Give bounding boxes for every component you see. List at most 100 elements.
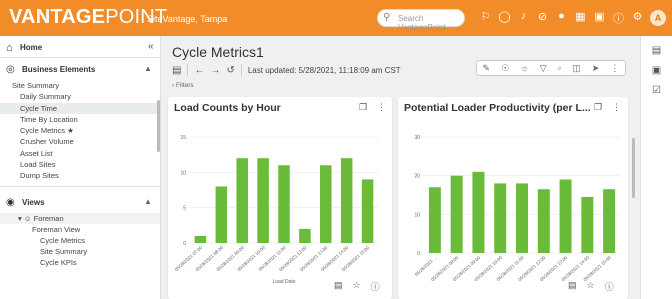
sidebar-item[interactable]: Cycle Time (0, 102, 160, 114)
sidebar-item[interactable]: Foreman View (0, 224, 160, 235)
gift-icon[interactable]: ▣ (590, 10, 609, 26)
target-icon: ◎ (6, 64, 15, 75)
filter-icon[interactable]: ▽ (540, 63, 547, 74)
table-icon[interactable]: ▤ (568, 280, 577, 293)
sidebar-section-views[interactable]: ◉ Views ▲ (0, 191, 160, 213)
foreman-list: Foreman View Cycle Metrics Site Summary Cyc… (0, 224, 160, 268)
chart-title: Potential Loader Productivity (per L... (404, 102, 591, 114)
back-icon[interactable]: ← (194, 65, 204, 76)
chevron-up-icon[interactable]: ▲ (144, 197, 152, 206)
divider (187, 64, 189, 76)
chart-loader-productivity: 010203005/28/2021 ...05/28/2021 08:0005/… (414, 135, 620, 282)
bar (320, 165, 332, 243)
sidebar-item[interactable]: Dump Sites (0, 170, 160, 181)
comment-icon[interactable]: ▫ (558, 63, 561, 73)
main-scrollbar[interactable] (632, 138, 635, 198)
sidebar-item[interactable]: Crusher Volume (0, 136, 160, 147)
more-icon[interactable]: ⋮ (610, 63, 619, 74)
more-icon[interactable]: ⋮ (612, 102, 621, 113)
history-icon[interactable]: ↺ (226, 65, 234, 76)
y-tick-label: 10 (414, 212, 420, 218)
globe-icon[interactable]: ◯ (495, 10, 514, 26)
panel-icon[interactable]: ▣ (641, 65, 672, 76)
sidebar-item[interactable]: Site Summary (0, 246, 160, 257)
sidebar-item[interactable]: Cycle Metrics ★ (0, 125, 160, 136)
send-icon[interactable]: ➤ (592, 63, 600, 74)
x-axis-label: Load Date (272, 279, 295, 285)
sidebar-item[interactable]: Cycle KPIs (0, 257, 160, 268)
business-elements-list: Site Summary Daily Summary Cycle Time Time … (0, 80, 160, 182)
home-icon: ⌂ (6, 42, 13, 54)
edit-icon[interactable]: ✎ (483, 63, 491, 74)
chart-load-counts: 05101505/28/2021 07:0005/28/2021 08:0005… (174, 135, 378, 285)
top-bar: VANTAGEPOINT SiteVantage, Tampa ⚲ Search … (0, 0, 672, 36)
data-icon[interactable]: ▤ (641, 45, 672, 56)
info-icon[interactable]: ⓘ (371, 280, 380, 293)
person-icon[interactable]: ● (552, 10, 571, 26)
sidebar-home[interactable]: ⌂ Home « (0, 36, 160, 58)
bar (581, 196, 594, 253)
info-icon[interactable]: ⓘ (605, 280, 614, 293)
divider (240, 64, 242, 76)
filters-toggle[interactable]: › Filters (172, 82, 194, 89)
copy-icon[interactable]: ❐ (359, 102, 367, 113)
bar (516, 183, 528, 253)
chevron-up-icon[interactable]: ▲ (144, 64, 152, 73)
bar (361, 179, 374, 243)
right-rail: ▤ ▣ ☑ (640, 36, 672, 299)
bar (257, 158, 269, 243)
sidebar-item[interactable]: Asset List (0, 148, 160, 159)
bar (194, 235, 207, 243)
y-tick-label: 10 (180, 170, 186, 176)
circle-slash-icon[interactable]: ⊘ (533, 10, 552, 26)
divider (0, 185, 160, 187)
search-input[interactable]: ⚲ Search VantagePoint (377, 9, 465, 32)
sidebar-item[interactable]: Load Sites (0, 159, 160, 170)
star-icon[interactable]: ☆ (587, 280, 595, 293)
bar (215, 186, 228, 243)
page-toolbar: ▤ ← → ↺ Last updated: 5/28/2021, 11:18:0… (172, 64, 401, 76)
grid-icon[interactable]: ▦ (571, 10, 590, 26)
table-icon[interactable]: ▤ (334, 280, 343, 293)
main-content: Cycle Metrics1 ▤ ← → ↺ Last updated: 5/2… (162, 36, 640, 299)
sidebar-item[interactable]: Time By Location (0, 114, 160, 125)
y-tick-label: 15 (180, 135, 186, 141)
bell-icon[interactable]: ♪ (514, 10, 533, 26)
y-tick-label: 20 (414, 174, 420, 180)
bar (236, 158, 248, 243)
chart-title: Load Counts by Hour (174, 102, 281, 114)
bar (537, 189, 550, 253)
sidebar-scrollbar[interactable] (157, 100, 160, 152)
bar (494, 183, 507, 253)
site-name[interactable]: SiteVantage, Tampa (147, 14, 227, 24)
lightbulb-icon[interactable]: ☼ (520, 63, 528, 73)
gear-icon[interactable]: ⚙ (628, 10, 647, 26)
bar (340, 158, 353, 243)
sidebar-item[interactable]: Site Summary (0, 80, 160, 91)
sidebar-item[interactable]: Cycle Metrics (0, 235, 160, 246)
sidebar-section-business-elements[interactable]: ◎ Business Elements ▲ (0, 58, 160, 80)
layout-icon[interactable]: ▤ (172, 65, 181, 76)
forward-icon[interactable]: → (210, 65, 220, 76)
bar (450, 175, 463, 253)
more-icon[interactable]: ⋮ (377, 102, 386, 113)
sidebar-item[interactable]: Daily Summary (0, 91, 160, 102)
copy-icon[interactable]: ❐ (594, 102, 602, 113)
sidebar-item-foreman[interactable]: ▾ ☺ Foreman (0, 212, 160, 224)
last-updated: Last updated: 5/28/2021, 11:18:09 am CST (247, 65, 401, 75)
y-tick-label: 30 (414, 135, 420, 141)
collapse-sidebar-icon[interactable]: « (148, 41, 154, 52)
toolbar-icons: ⚐ ◯ ♪ ⊘ ● ▦ ▣ ⓘ ⚙ (476, 10, 647, 26)
brand-logo[interactable]: VANTAGEPOINT (9, 6, 167, 29)
dashboard-tools: ✎ ☉ ☼ ▽ ▫ ◫ ➤ ⋮ (476, 60, 626, 76)
compass-icon[interactable]: ☉ (501, 63, 509, 74)
bar (299, 228, 311, 243)
help-icon[interactable]: ⓘ (609, 10, 628, 26)
panel-icon[interactable]: ◫ (572, 63, 581, 74)
views-icon: ◉ (6, 196, 15, 208)
page-title: Cycle Metrics1 (172, 44, 264, 60)
star-icon[interactable]: ☆ (353, 280, 361, 293)
avatar[interactable]: A (650, 10, 666, 26)
checklist-icon[interactable]: ☑ (641, 85, 672, 96)
pin-icon[interactable]: ⚐ (476, 10, 495, 26)
